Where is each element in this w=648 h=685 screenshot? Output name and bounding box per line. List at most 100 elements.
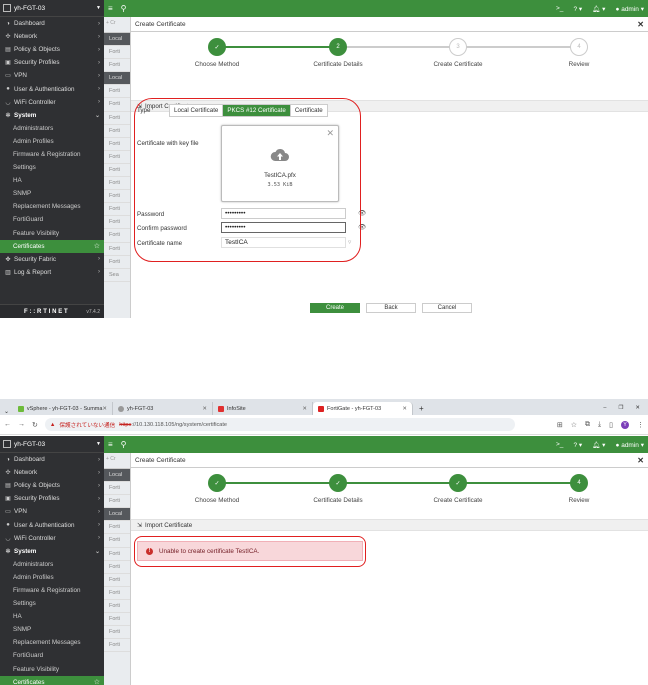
- device-selector[interactable]: yh-FGT-03 ▼: [0, 0, 104, 17]
- sidebar-subitem-administrators[interactable]: Administrators: [0, 122, 104, 135]
- close-icon[interactable]: ✕: [637, 456, 644, 465]
- forward-arrow-icon[interactable]: →: [18, 421, 25, 428]
- create-new-button[interactable]: + Cr: [104, 17, 130, 33]
- sidebar-item-user-auth[interactable]: ● User & Authentication ›: [0, 518, 104, 531]
- sidebar-item-log-report[interactable]: ▥ Log & Report ›: [0, 266, 104, 279]
- list-row: Local: [104, 469, 130, 483]
- star-icon[interactable]: ☆: [94, 242, 100, 250]
- browser-tab[interactable]: InfoSite ✕: [213, 402, 314, 415]
- tab-list-icon[interactable]: ⌄: [4, 408, 9, 415]
- close-tab-icon[interactable]: ✕: [302, 406, 307, 412]
- sidebar-item-network[interactable]: ✣ Network ›: [0, 30, 104, 43]
- back-arrow-icon[interactable]: ←: [4, 421, 11, 428]
- sidebar-item-security-profiles[interactable]: ▣ Security Profiles ›: [0, 56, 104, 69]
- sidebar-subitem-firmware[interactable]: Firmware & Registration: [0, 148, 104, 161]
- sidebar-item-wifi[interactable]: ◡ WiFi Controller ›: [0, 96, 104, 109]
- back-button[interactable]: Back: [366, 303, 416, 313]
- sidebar-subitem-ha[interactable]: HA: [0, 174, 104, 187]
- admin-menu[interactable]: ● admin ▾: [615, 5, 644, 13]
- sidebar-subitem-snmp[interactable]: SNMP: [0, 623, 104, 636]
- vsphere-favicon: [18, 405, 24, 412]
- top-bar: ≡ ⚲ >_ ? ▾ 🔔︎ ▾ ● admin ▾: [104, 436, 648, 453]
- sidebar-item-system[interactable]: ✲ System ⌄: [0, 109, 104, 122]
- help-icon[interactable]: ? ▾: [573, 441, 582, 449]
- chevron-right-icon: ›: [98, 269, 100, 276]
- chevron-down-icon: ⌄: [94, 112, 100, 119]
- bookmark-star-icon[interactable]: ☆: [571, 421, 577, 429]
- sidebar-subitem-certificates[interactable]: Certificates ☆: [0, 675, 104, 685]
- restore-icon[interactable]: ❐: [618, 405, 623, 411]
- menu-icon[interactable]: ≡: [108, 440, 113, 449]
- sidebar-subitem-fortiguard[interactable]: FortiGuard: [0, 213, 104, 226]
- sidebar-subitem-settings[interactable]: Settings: [0, 597, 104, 610]
- close-tab-icon[interactable]: ✕: [402, 406, 407, 412]
- sidebar-item-wifi[interactable]: ◡ WiFi Controller ›: [0, 532, 104, 545]
- search-icon[interactable]: ⚲: [121, 4, 127, 13]
- sidebar-subitem-replacement-messages[interactable]: Replacement Messages: [0, 200, 104, 213]
- sidebar-subitem-snmp[interactable]: SNMP: [0, 187, 104, 200]
- security-warning[interactable]: 保護されていない通信: [59, 421, 115, 429]
- sidebar-subitem-settings[interactable]: Settings: [0, 161, 104, 174]
- close-window-icon[interactable]: ✕: [635, 405, 640, 411]
- list-row: Forti: [104, 256, 130, 269]
- sidebar-item-dashboard[interactable]: ◑ Dashboard ›: [0, 17, 104, 30]
- step-1-check-icon: ✓: [208, 38, 226, 56]
- reload-icon[interactable]: ↻: [32, 421, 38, 429]
- sidebar-item-system[interactable]: ✲ System ⌄: [0, 545, 104, 558]
- sidebar-item-security-fabric[interactable]: ✤ Security Fabric ›: [0, 253, 104, 266]
- create-button[interactable]: Create: [310, 303, 360, 313]
- network-icon: ✣: [5, 470, 11, 477]
- create-new-button[interactable]: + Cr: [104, 453, 130, 469]
- sidebar-item-network[interactable]: ✣ Network ›: [0, 466, 104, 479]
- wifi-icon: ◡: [5, 535, 11, 542]
- notification-bell-icon[interactable]: 🔔︎ ▾: [592, 441, 605, 449]
- browser-tab[interactable]: vSphere - yh-FGT-03 - Summa ✕: [13, 402, 114, 415]
- download-icon[interactable]: ⤓: [598, 421, 601, 429]
- chevron-right-icon: ›: [98, 46, 100, 53]
- sidebar-subitem-firmware[interactable]: Firmware & Registration: [0, 584, 104, 597]
- admin-menu[interactable]: ● admin ▾: [615, 441, 644, 449]
- search-icon[interactable]: ⚲: [121, 440, 127, 449]
- sidebar-subitem-ha[interactable]: HA: [0, 610, 104, 623]
- step-label: Choose Method: [194, 61, 240, 68]
- sidebar-item-security-profiles[interactable]: ▣ Security Profiles ›: [0, 492, 104, 505]
- cli-console-icon[interactable]: >_: [556, 441, 563, 448]
- sidebar-item-user-auth[interactable]: ● User & Authentication ›: [0, 82, 104, 95]
- fabric-icon: ✤: [5, 256, 11, 263]
- sidebar-item-vpn[interactable]: ▭ VPN ›: [0, 69, 104, 82]
- profile-avatar[interactable]: Y: [621, 420, 629, 429]
- close-icon[interactable]: ✕: [637, 20, 644, 29]
- sidebar-subitem-replacement-messages[interactable]: Replacement Messages: [0, 636, 104, 649]
- minimize-icon[interactable]: –: [603, 405, 606, 411]
- sidebar-subitem-certificates[interactable]: Certificates ☆: [0, 239, 104, 253]
- sidebar-item-policy[interactable]: ▤ Policy & Objects ›: [0, 479, 104, 492]
- extensions-icon[interactable]: ⧉: [585, 421, 590, 429]
- cli-console-icon[interactable]: >_: [556, 5, 563, 12]
- sidebar-subitem-feature-visibility[interactable]: Feature Visibility: [0, 227, 104, 240]
- star-icon[interactable]: ☆: [94, 678, 100, 685]
- device-selector[interactable]: yh-FGT-03 ▼: [0, 436, 104, 453]
- menu-icon[interactable]: ≡: [108, 4, 113, 13]
- close-tab-icon[interactable]: ✕: [102, 406, 107, 412]
- sidebar-subitem-fortiguard[interactable]: FortiGuard: [0, 649, 104, 662]
- notification-bell-icon[interactable]: 🔔︎ ▾: [592, 5, 605, 13]
- sidebar-item-vpn[interactable]: ▭ VPN ›: [0, 505, 104, 518]
- sidebar-subitem-administrators[interactable]: Administrators: [0, 558, 104, 571]
- sidebar-subitem-feature-visibility[interactable]: Feature Visibility: [0, 663, 104, 676]
- cancel-button[interactable]: Cancel: [422, 303, 472, 313]
- translate-icon[interactable]: ⊞: [557, 421, 563, 429]
- browser-tab-active[interactable]: FortiGate - yh-FGT-03 ✕: [313, 402, 414, 415]
- new-tab-icon[interactable]: +: [419, 404, 424, 413]
- sidebar-item-dashboard[interactable]: ◑ Dashboard ›: [0, 453, 104, 466]
- sidebar-item-policy[interactable]: ▤ Policy & Objects ›: [0, 43, 104, 56]
- close-tab-icon[interactable]: ✕: [202, 406, 207, 412]
- sidebar-subitem-admin-profiles[interactable]: Admin Profiles: [0, 571, 104, 584]
- lock-icon: ▣: [5, 496, 11, 503]
- sidebar-subitem-admin-profiles[interactable]: Admin Profiles: [0, 135, 104, 148]
- help-icon[interactable]: ? ▾: [573, 5, 582, 13]
- sidebar-panel-icon[interactable]: ▯: [609, 421, 613, 429]
- kebab-menu-icon[interactable]: ⋮: [637, 421, 644, 429]
- dialog-title-bar: Create Certificate ✕: [131, 17, 648, 32]
- url-field[interactable]: ▲ 保護されていない通信 https://10.130.118.105/ng/s…: [44, 418, 515, 431]
- browser-tab[interactable]: yh-FGT-03 ✕: [113, 402, 214, 415]
